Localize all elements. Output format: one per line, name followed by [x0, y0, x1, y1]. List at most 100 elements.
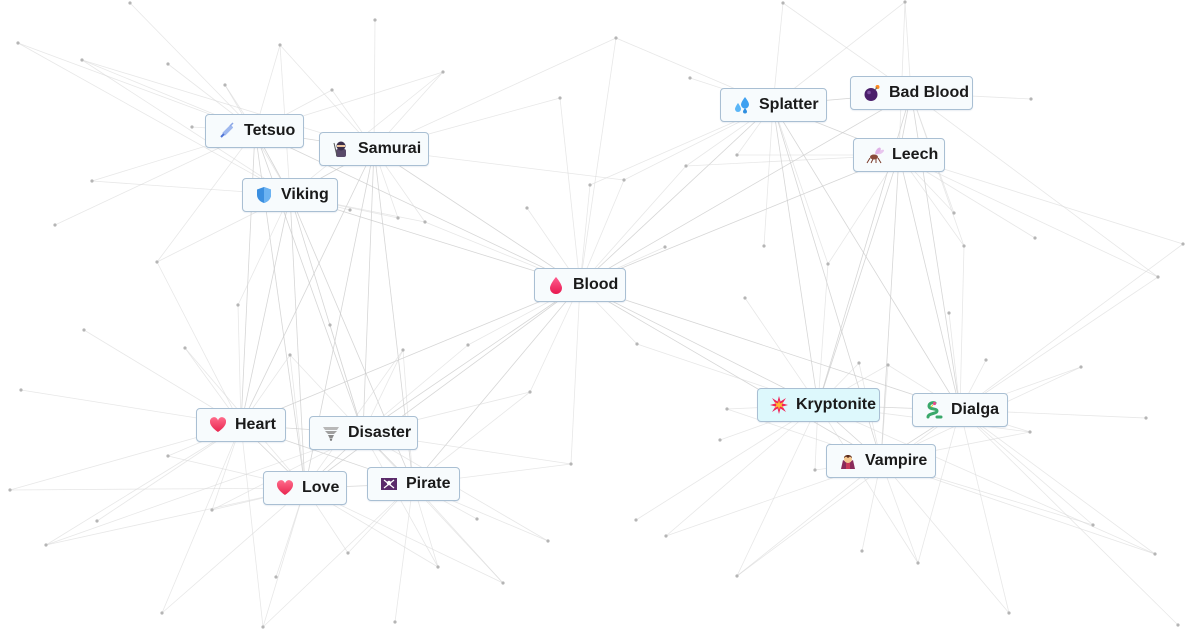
graph-dot — [558, 96, 562, 100]
graph-dot — [528, 390, 532, 394]
graph-edge — [373, 19, 376, 150]
graph-dot — [813, 468, 817, 472]
ninja-icon — [332, 140, 350, 158]
element-node-love[interactable]: Love — [263, 471, 347, 505]
graph-dot — [1028, 430, 1032, 434]
bomb-icon — [863, 84, 881, 102]
graph-dot — [423, 220, 427, 224]
graph-edge — [736, 460, 882, 577]
graph-edge — [9, 487, 306, 491]
sweat-droplets-icon — [733, 96, 751, 114]
graph-edge — [156, 261, 242, 426]
graph-dot — [288, 353, 292, 357]
element-label: Samurai — [358, 140, 422, 157]
element-label: Pirate — [406, 475, 451, 492]
graph-dot — [1091, 523, 1095, 527]
syringe-icon — [218, 122, 236, 140]
element-node-splatter[interactable]: Splatter — [720, 88, 827, 122]
graph-dot — [962, 244, 966, 248]
graph-dot — [663, 245, 667, 249]
pirate-flag-icon — [380, 475, 398, 493]
graph-edge — [959, 276, 1159, 411]
graph-dot — [916, 561, 920, 565]
graph-dot — [53, 223, 57, 227]
graph-dot — [1029, 97, 1033, 101]
element-node-kryptonite[interactable]: Kryptonite — [757, 388, 880, 422]
graph-dot — [166, 62, 170, 66]
dragon-icon — [925, 401, 943, 419]
graph-dot — [236, 303, 240, 307]
graph-dot — [223, 83, 227, 87]
graph-edge — [362, 148, 375, 434]
graph-edge — [880, 460, 1010, 614]
graph-dot — [1079, 365, 1083, 369]
element-label: Kryptonite — [796, 396, 876, 413]
graph-edge — [817, 404, 919, 564]
element-node-viking[interactable]: Viking — [242, 178, 338, 212]
connection-graph — [8, 0, 1185, 629]
element-label: Vampire — [865, 452, 928, 469]
graph-edge — [763, 104, 774, 247]
graph-dot — [19, 388, 23, 392]
graph-edge — [45, 424, 242, 546]
graph-dot — [475, 517, 479, 521]
graph-edge — [579, 154, 900, 286]
element-node-tetsuo[interactable]: Tetsuo — [205, 114, 304, 148]
graph-dot — [947, 311, 951, 315]
graph-edge — [161, 487, 306, 614]
graph-edge — [898, 154, 1159, 278]
element-label: Love — [302, 479, 340, 496]
graph-dot — [80, 58, 84, 62]
graph-edge — [394, 483, 414, 623]
graph-dot — [569, 462, 573, 466]
tornado-icon — [322, 424, 340, 442]
heart-icon — [276, 479, 294, 497]
graph-dot — [684, 164, 688, 168]
graph-dot — [210, 508, 214, 512]
graph-dot — [396, 216, 400, 220]
graph-dot — [278, 43, 282, 47]
graph-dot — [525, 206, 529, 210]
graph-dot — [725, 407, 729, 411]
graph-edge — [240, 284, 581, 426]
graph-dot — [183, 346, 187, 350]
graph-dot — [952, 211, 956, 215]
graph-edge — [412, 284, 581, 485]
element-node-vampire[interactable]: Vampire — [826, 444, 936, 478]
graph-dot — [401, 348, 405, 352]
mosquito-icon — [866, 146, 884, 164]
graph-dot — [44, 543, 48, 547]
graph-dot — [8, 488, 12, 492]
graph-dot — [82, 328, 86, 332]
element-label: Blood — [573, 276, 619, 293]
element-node-leech[interactable]: Leech — [853, 138, 945, 172]
graph-dot — [373, 18, 377, 22]
graph-dot — [664, 534, 668, 538]
element-node-bad-blood[interactable]: Bad Blood — [850, 76, 973, 110]
element-label: Leech — [892, 146, 939, 163]
graph-edge — [772, 104, 819, 406]
graph-dot — [155, 260, 159, 264]
graph-edge — [772, 104, 829, 265]
element-node-blood[interactable]: Blood — [534, 268, 626, 302]
shield-icon — [255, 186, 273, 204]
element-label: Splatter — [759, 96, 819, 113]
graph-dot — [903, 0, 907, 4]
graph-dot — [718, 438, 722, 442]
graph-edge — [579, 284, 819, 406]
element-node-pirate[interactable]: Pirate — [367, 467, 460, 501]
graph-dot — [166, 454, 170, 458]
graph-dot — [1181, 242, 1185, 246]
graph-dot — [735, 153, 739, 157]
graph-dot — [1033, 236, 1037, 240]
graph-edge — [373, 148, 581, 286]
graph-edge — [362, 284, 581, 434]
graph-dot — [634, 518, 638, 522]
graph-dot — [16, 41, 20, 45]
graph-edge — [959, 243, 1184, 411]
element-node-disaster[interactable]: Disaster — [309, 416, 418, 450]
element-node-samurai[interactable]: Samurai — [319, 132, 429, 166]
element-node-heart[interactable]: Heart — [196, 408, 286, 442]
graph-dot — [1144, 416, 1148, 420]
element-node-dialga[interactable]: Dialga — [912, 393, 1008, 427]
